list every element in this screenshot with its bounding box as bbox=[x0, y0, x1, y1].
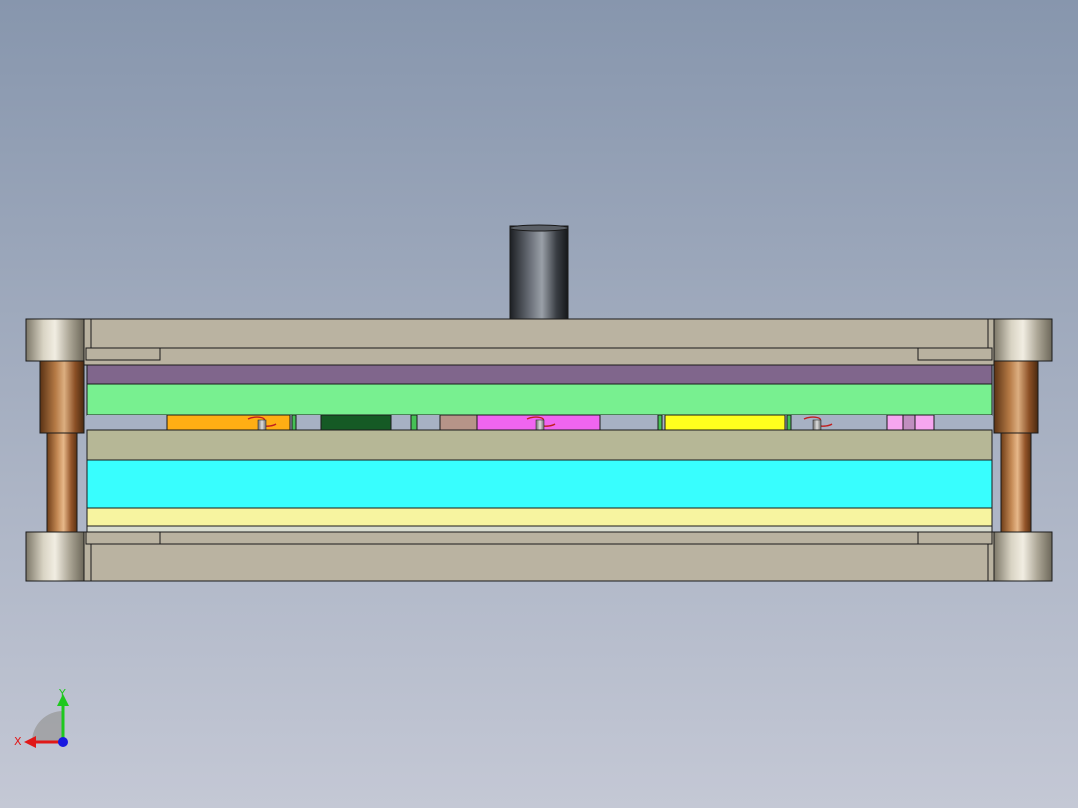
right-lower-cap[interactable] bbox=[993, 531, 1053, 582]
y-axis-label: Y bbox=[58, 687, 66, 700]
orange-insert[interactable] bbox=[166, 414, 291, 431]
yellow-insert[interactable] bbox=[664, 414, 786, 431]
shank[interactable] bbox=[509, 225, 569, 320]
left-upper-cap[interactable] bbox=[25, 318, 85, 362]
green-pin-2 bbox=[410, 414, 418, 431]
cad-viewport[interactable] bbox=[0, 0, 1078, 808]
tan-insert[interactable] bbox=[439, 414, 478, 431]
upper-purple-plate[interactable] bbox=[86, 364, 993, 385]
pink-insert-divider bbox=[902, 414, 916, 431]
triad-quadrant-shading bbox=[32, 711, 63, 742]
bottom-plate-lip-left bbox=[85, 531, 161, 545]
left-lower-cap[interactable] bbox=[25, 531, 85, 582]
green-pin-4 bbox=[786, 414, 792, 431]
green-pin-3 bbox=[657, 414, 663, 431]
green-pin-1 bbox=[291, 414, 297, 431]
axis-triad[interactable]: Y X bbox=[10, 684, 80, 754]
left-guide-bushing[interactable] bbox=[39, 359, 85, 434]
thin-backing-plate bbox=[86, 525, 993, 533]
top-plate-lip-left bbox=[85, 347, 161, 361]
z-axis-dot bbox=[58, 737, 68, 747]
x-axis-label: X bbox=[14, 735, 22, 748]
left-guide-post[interactable] bbox=[46, 429, 78, 535]
right-guide-bushing[interactable] bbox=[993, 359, 1039, 434]
dark-green-insert[interactable] bbox=[320, 414, 392, 431]
right-guide-post[interactable] bbox=[1000, 429, 1032, 535]
middle-khaki-plate[interactable] bbox=[86, 429, 993, 461]
bottom-plate-face bbox=[90, 543, 989, 582]
shank-top bbox=[509, 224, 569, 232]
upper-green-plate[interactable] bbox=[86, 383, 993, 416]
top-plate-face bbox=[90, 318, 989, 349]
top-plate-lip-right bbox=[917, 347, 993, 361]
right-upper-cap[interactable] bbox=[993, 318, 1053, 362]
x-axis-arrow bbox=[24, 736, 36, 748]
bottom-plate-lip-right bbox=[917, 531, 993, 545]
yellow-die-plate[interactable] bbox=[86, 507, 993, 527]
cyan-die-plate[interactable] bbox=[86, 459, 993, 509]
